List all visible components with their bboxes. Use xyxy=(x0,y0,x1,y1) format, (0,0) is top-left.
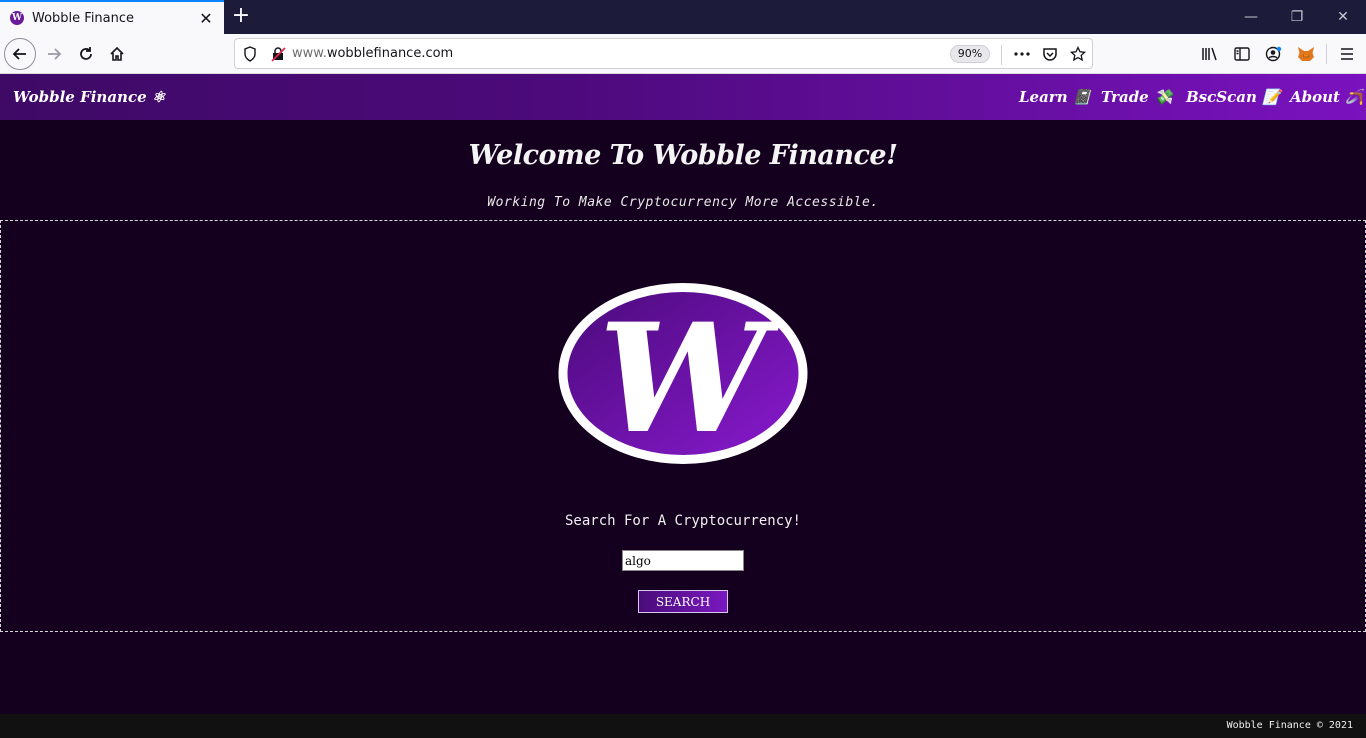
nav-link-bscscan[interactable]: BscScan 📝 xyxy=(1186,88,1281,106)
bookmark-star-icon[interactable] xyxy=(1069,45,1087,63)
address-bar[interactable]: www.wobblefinance.com 90% xyxy=(234,38,1093,69)
footer-copyright: Wobble Finance © 2021 xyxy=(1226,720,1353,731)
divider xyxy=(1326,44,1327,64)
site-header: Wobble Finance ⚛ Learn 📓 Trade 💸 BscScan… xyxy=(0,74,1366,120)
restore-icon[interactable]: ❐ xyxy=(1274,0,1320,34)
search-input[interactable] xyxy=(622,550,744,571)
new-tab-icon[interactable]: + xyxy=(229,5,253,29)
browser-tab[interactable]: W Wobble Finance ✕ xyxy=(0,0,224,34)
nav-link-learn[interactable]: Learn 📓 xyxy=(1019,88,1092,106)
sidebar-icon[interactable] xyxy=(1226,38,1258,70)
url-text: www.wobblefinance.com xyxy=(292,46,454,61)
wobble-logo: W xyxy=(558,283,808,464)
minimize-icon[interactable]: — xyxy=(1228,0,1274,34)
forward-icon[interactable] xyxy=(38,38,70,70)
metamask-extension-icon[interactable] xyxy=(1290,38,1322,70)
nav-link-about[interactable]: About 🪃 xyxy=(1290,88,1364,106)
library-icon[interactable] xyxy=(1194,38,1226,70)
search-label: Search For A Cryptocurrency! xyxy=(564,513,801,529)
logo-letter: W xyxy=(599,291,780,464)
more-actions-icon[interactable] xyxy=(1013,45,1031,63)
page-title: Welcome To Wobble Finance! xyxy=(468,140,898,171)
account-icon[interactable] xyxy=(1258,38,1290,70)
insecure-lock-icon[interactable] xyxy=(269,45,287,63)
brand-link[interactable]: Wobble Finance ⚛ xyxy=(13,88,165,106)
browser-tab-bar: W Wobble Finance ✕ + — ❐ ✕ xyxy=(0,0,1366,34)
page-subtitle: Working To Make Cryptocurrency More Acce… xyxy=(487,195,879,210)
browser-toolbar: www.wobblefinance.com 90% xyxy=(0,34,1366,74)
tab-title: Wobble Finance xyxy=(32,10,135,26)
shield-icon[interactable] xyxy=(241,45,259,63)
nav-link-trade[interactable]: Trade 💸 xyxy=(1101,88,1173,106)
pocket-icon[interactable] xyxy=(1041,45,1059,63)
menu-icon[interactable] xyxy=(1331,38,1363,70)
footer: Wobble Finance © 2021 xyxy=(0,714,1366,738)
search-button[interactable]: SEARCH xyxy=(638,590,728,613)
close-tab-icon[interactable]: ✕ xyxy=(196,8,216,28)
site-favicon-icon: W xyxy=(10,11,24,25)
close-window-icon[interactable]: ✕ xyxy=(1320,0,1366,34)
home-icon[interactable] xyxy=(101,38,133,70)
reload-icon[interactable] xyxy=(70,38,102,70)
divider xyxy=(1001,45,1002,65)
back-icon[interactable] xyxy=(4,38,36,70)
zoom-level[interactable]: 90% xyxy=(950,45,990,63)
